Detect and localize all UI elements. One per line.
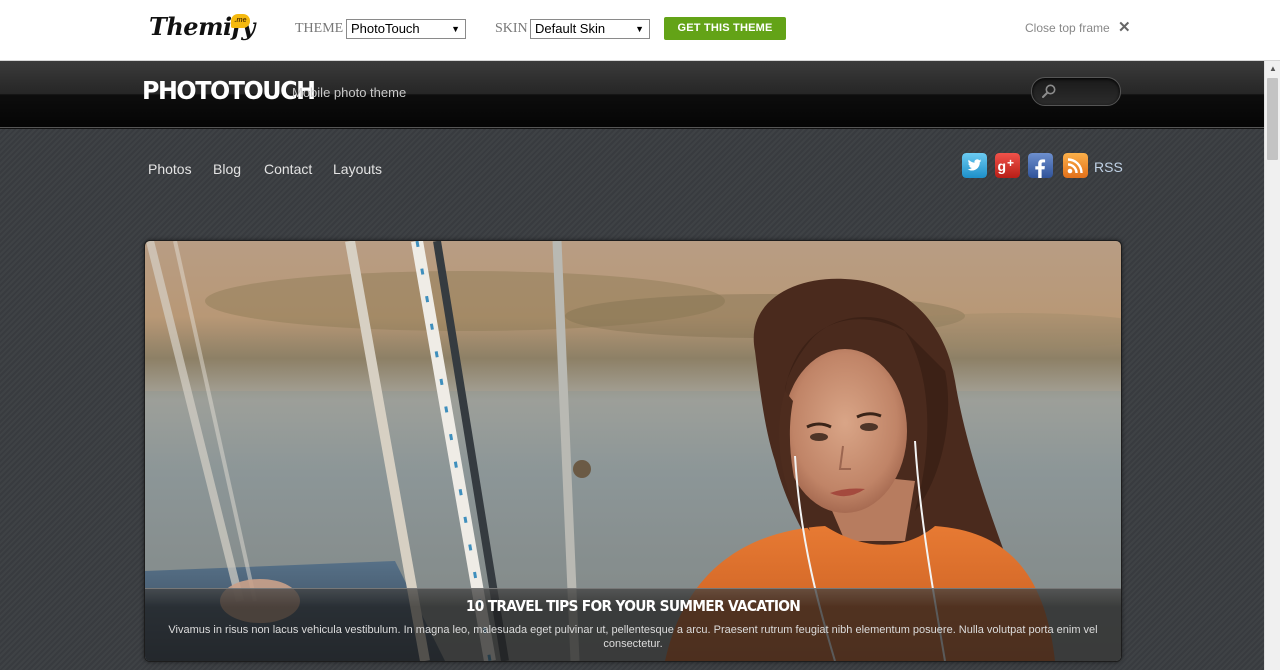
site-header: PHOTOTOUCH Mobile photo theme [0, 61, 1264, 128]
search-input[interactable] [1031, 77, 1121, 106]
skin-label: SKIN [495, 21, 528, 36]
dropdown-arrow-icon: ▼ [635, 24, 644, 34]
nav-item-photos[interactable]: Photos [148, 161, 192, 177]
theme-select[interactable]: PhotoTouch ▼ [346, 19, 466, 39]
featured-post-excerpt: Vivamus in risus non lacus vehicula vest… [168, 624, 1098, 650]
scroll-up-arrow-icon[interactable]: ▲ [1265, 61, 1280, 77]
scrollbar-thumb[interactable] [1267, 78, 1278, 160]
search-icon [1042, 84, 1056, 98]
featured-post-caption: 10 TRAVEL TIPS FOR YOUR SUMMER VACATION … [145, 588, 1121, 661]
close-top-frame-link[interactable]: Close top frame [1025, 21, 1110, 35]
theme-select-value: PhotoTouch [351, 21, 420, 36]
google-plus-icon[interactable]: g + [995, 153, 1020, 178]
twitter-icon[interactable] [962, 153, 987, 178]
site-page: PHOTOTOUCH Mobile photo theme Photos Blo… [0, 61, 1264, 670]
rss-link[interactable]: RSS [1094, 159, 1123, 175]
dropdown-arrow-icon: ▼ [451, 24, 460, 34]
skin-select[interactable]: Default Skin ▼ [530, 19, 650, 39]
top-frame-bar: Themify .me THEME PhotoTouch ▼ SKIN Defa… [0, 0, 1280, 61]
theme-label: THEME [295, 21, 344, 36]
featured-post-slide[interactable]: 10 TRAVEL TIPS FOR YOUR SUMMER VACATION … [144, 240, 1122, 662]
get-this-theme-button[interactable]: GET THIS THEME [664, 17, 786, 40]
site-description: Mobile photo theme [292, 85, 407, 100]
featured-post-title[interactable]: 10 TRAVEL TIPS FOR YOUR SUMMER VACATION [184, 597, 1082, 615]
logo-badge: .me [231, 14, 250, 28]
rss-icon[interactable] [1063, 153, 1088, 178]
skin-select-value: Default Skin [535, 21, 606, 36]
close-x-icon[interactable]: ✕ [1118, 18, 1131, 36]
svg-text:g: g [998, 158, 1007, 174]
nav-item-blog[interactable]: Blog [213, 161, 241, 177]
site-title[interactable]: PHOTOTOUCH [142, 76, 316, 105]
facebook-icon[interactable] [1028, 153, 1053, 178]
nav-item-contact[interactable]: Contact [264, 161, 312, 177]
nav-item-layouts[interactable]: Layouts [333, 161, 382, 177]
vertical-scrollbar[interactable]: ▲ [1264, 61, 1280, 670]
svg-text:+: + [1007, 156, 1014, 170]
